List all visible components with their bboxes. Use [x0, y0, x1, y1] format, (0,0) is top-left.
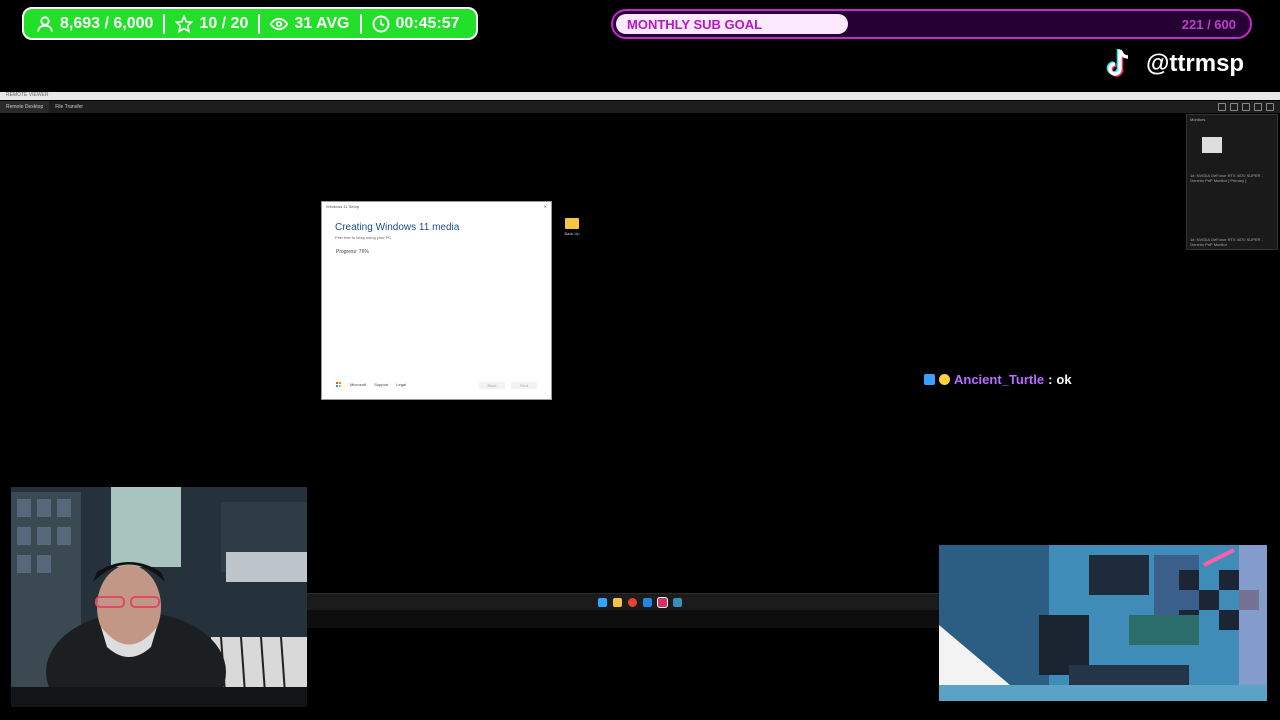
- dialog-titlebar: Windows 11 Setup ✕: [322, 202, 551, 211]
- remote-toolbar: Remote Desktop File Transfer: [0, 101, 1280, 113]
- microsoft-logo-icon: [336, 382, 342, 387]
- close-icon[interactable]: [1266, 103, 1274, 111]
- divider: [359, 13, 362, 34]
- room-cam-scene: [939, 545, 1267, 701]
- fullscreen-icon[interactable]: [1254, 103, 1262, 111]
- bottom-strip: [307, 610, 940, 628]
- tiktok-icon: [1106, 49, 1129, 77]
- user-icon: [37, 15, 53, 32]
- support-link[interactable]: Support: [374, 382, 388, 387]
- remote-window-title: REMOTE VIEWER: [6, 92, 49, 98]
- dialog-buttons: Back Next: [479, 382, 537, 389]
- chat-message: Ancient_Turtle : ok: [924, 372, 1072, 387]
- setup-app-icon[interactable]: [673, 598, 682, 607]
- badge-icon: [939, 374, 950, 385]
- folder-icon: [565, 218, 579, 229]
- view-icon[interactable]: [1230, 103, 1238, 111]
- desktop-folder[interactable]: Back Up: [563, 218, 581, 236]
- chrome-icon[interactable]: [628, 598, 637, 607]
- sub-goal-bar: MONTHLY SUB GOAL 221 / 600: [611, 9, 1252, 39]
- dialog-footer: Microsoft Support Legal: [336, 382, 406, 387]
- stars-stat: 10 / 20: [175, 14, 249, 33]
- divider: [258, 13, 261, 34]
- dialog-title: Windows 11 Setup: [326, 204, 360, 209]
- remote-window-titlebar: REMOTE VIEWER: [0, 92, 1280, 100]
- uptime-value: 00:45:57: [395, 14, 460, 32]
- progress-text: Progress: 76%: [336, 249, 369, 255]
- monitor-caption: 1#: NVIDIA GeForce RTX 4070 SUPER - Gene…: [1190, 173, 1263, 183]
- sub-goal-count: 221 / 600: [1181, 17, 1236, 32]
- legal-link[interactable]: Legal: [396, 382, 406, 387]
- followers-stat: 8,693 / 6,000: [36, 15, 153, 33]
- monitor-thumbnail[interactable]: [1202, 137, 1222, 153]
- chat-icon[interactable]: [1242, 103, 1250, 111]
- stream-stats-bar: 8,693 / 6,000 10 / 20 31 AVG 00:45:57: [22, 7, 478, 40]
- chat-text: ok: [1056, 372, 1072, 387]
- remote-taskbar: [307, 593, 940, 611]
- monitors-title: Monitors: [1190, 117, 1206, 122]
- tab-file-transfer[interactable]: File Transfer: [49, 101, 89, 113]
- back-button[interactable]: Back: [479, 382, 505, 389]
- tab-remote-desktop[interactable]: Remote Desktop: [0, 101, 50, 113]
- monitor-caption: 1#: NVIDIA GeForce RTX 4070 SUPER - Gene…: [1190, 237, 1263, 247]
- active-app-icon[interactable]: [657, 597, 668, 608]
- facecam-scene: [11, 487, 307, 707]
- start-icon[interactable]: [598, 598, 607, 607]
- divider: [163, 13, 166, 34]
- badge-icon: [924, 374, 935, 385]
- file-explorer-icon[interactable]: [613, 598, 622, 607]
- close-icon[interactable]: ✕: [544, 204, 547, 209]
- viewers-stat: 31 AVG: [270, 14, 350, 33]
- uptime-stat: 00:45:57: [372, 15, 460, 33]
- windows-setup-dialog: Windows 11 Setup ✕ Creating Windows 11 m…: [321, 201, 552, 400]
- remote-tools: [1218, 103, 1274, 111]
- sub-goal-label: MONTHLY SUB GOAL: [627, 17, 763, 32]
- next-button[interactable]: Next: [511, 382, 537, 389]
- taskbar-icons: [598, 597, 682, 608]
- dialog-heading: Creating Windows 11 media: [335, 222, 460, 233]
- eye-icon: [270, 17, 289, 30]
- clock-icon: [372, 15, 389, 32]
- tiktok-handle-overlay: @ttrmsp: [1100, 46, 1244, 82]
- settings-icon[interactable]: [1218, 103, 1226, 111]
- folder-label: Back Up: [564, 231, 580, 236]
- monitors-panel: Monitors 1#: NVIDIA GeForce RTX 4070 SUP…: [1186, 114, 1278, 250]
- settings-app-icon[interactable]: [643, 598, 652, 607]
- microsoft-link: Microsoft: [350, 382, 367, 387]
- chat-separator: :: [1048, 372, 1053, 387]
- dialog-subtitle: Feel free to keep using your PC.: [335, 235, 393, 240]
- room-cam: [939, 545, 1267, 701]
- viewers-value: 31 AVG: [294, 14, 350, 32]
- stars-value: 10 / 20: [199, 14, 249, 32]
- star-icon: [175, 14, 194, 33]
- tiktok-handle: @ttrmsp: [1146, 50, 1245, 77]
- followers-value: 8,693 / 6,000: [60, 14, 154, 32]
- chat-username: Ancient_Turtle: [954, 372, 1045, 387]
- facecam: [11, 487, 307, 707]
